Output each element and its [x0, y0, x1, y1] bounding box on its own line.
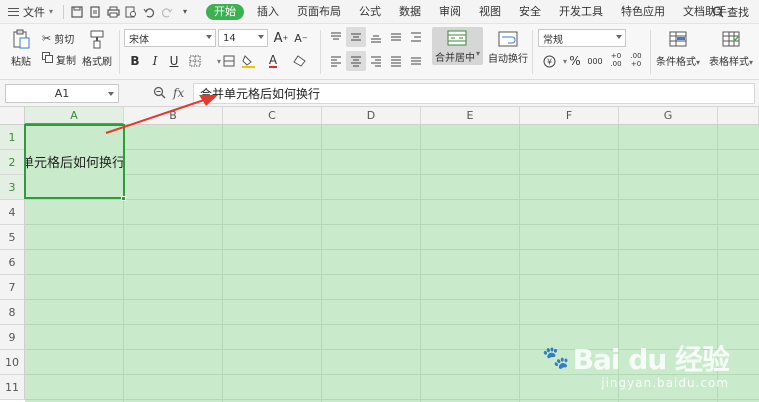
- watermark-brand: 🐾 Bai du 经验: [542, 338, 730, 378]
- watermark-brand-text: Bai du 经验: [572, 343, 730, 376]
- paw-icon: 🐾: [542, 345, 569, 371]
- watermark-url: jingyan.baidu.com: [601, 376, 729, 390]
- baidu-watermark: 🐾 Bai du 经验 jingyan.baidu.com: [542, 338, 730, 390]
